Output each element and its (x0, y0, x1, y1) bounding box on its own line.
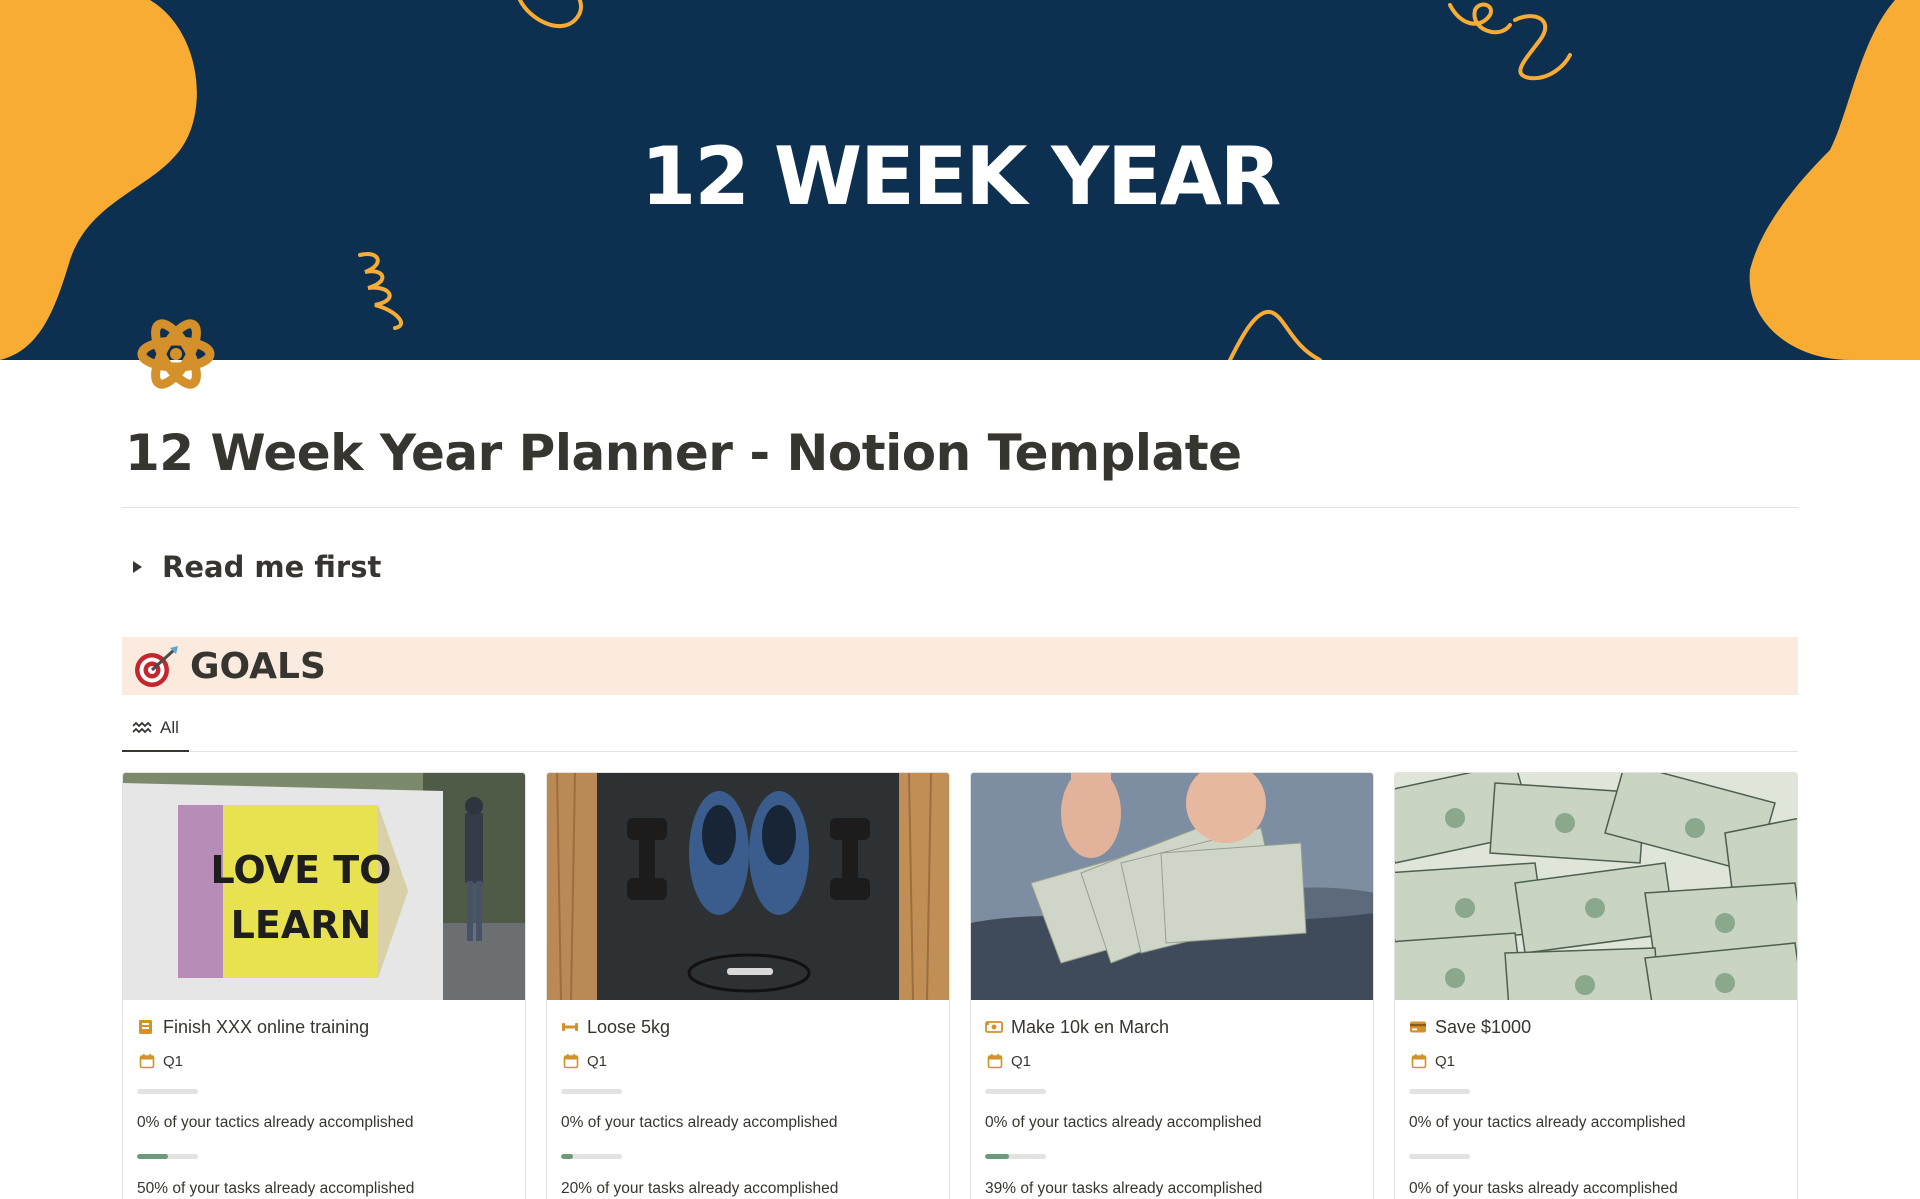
tasks-progress-text: 0% of your tasks already accomplished (1409, 1180, 1678, 1197)
triangle-right-icon[interactable] (130, 560, 144, 574)
tasks-progress-text: 20% of your tasks already accomplished (561, 1180, 839, 1197)
card-cover-image: LOVE TO LEARN (123, 773, 525, 1000)
tactics-progress-bar (561, 1089, 622, 1094)
cover-banner: 12 WEEK YEAR (0, 0, 1920, 360)
page-title: 12 Week Year Planner - Notion Template (125, 424, 1242, 482)
card-title: Loose 5kg (587, 1016, 671, 1037)
card-quarter: Q1 (587, 1052, 608, 1070)
title-divider (122, 507, 1798, 508)
money-icon (985, 1021, 1003, 1033)
training-icon (139, 1020, 152, 1034)
tab-label: All (160, 718, 179, 737)
card-quarter: Q1 (1435, 1052, 1456, 1070)
card-title: Save $1000 (1435, 1016, 1532, 1037)
tactics-progress-text: 0% of your tactics already accomplished (137, 1114, 414, 1131)
card-quarter: Q1 (1011, 1052, 1032, 1070)
tactics-progress-text: 0% of your tactics already accomplished (561, 1114, 838, 1131)
goal-card[interactable]: Make 10k en March Q1 0% of your tactics … (970, 772, 1374, 1199)
view-tabs: All (122, 712, 1798, 752)
card-quarter: Q1 (163, 1052, 184, 1070)
tab-all[interactable]: All (122, 712, 189, 752)
card-cover-image (547, 773, 949, 1000)
tactics-progress-bar (137, 1089, 198, 1094)
tasks-progress-bar (1409, 1154, 1470, 1159)
tactics-progress-text: 0% of your tactics already accomplished (985, 1114, 1262, 1131)
tasks-progress-bar (561, 1154, 622, 1159)
calendar-icon (563, 1054, 579, 1069)
goal-card[interactable]: Save $1000 Q1 0% of your tactics already… (1394, 772, 1798, 1199)
calendar-icon (139, 1054, 155, 1069)
tasks-progress-text: 39% of your tasks already accomplished (985, 1180, 1263, 1197)
goal-card[interactable]: Loose 5kg Q1 0% of your tactics already … (546, 772, 950, 1199)
tasks-progress-bar (985, 1154, 1046, 1159)
card-cover-image (1395, 773, 1797, 1000)
cover-text-line1: LOVE TO (211, 848, 392, 892)
tasks-progress-text: 50% of your tasks already accomplished (137, 1180, 415, 1197)
tactics-progress-bar (1409, 1089, 1470, 1094)
read-me-toggle[interactable]: Read me first (130, 550, 381, 584)
atom-icon[interactable] (134, 312, 218, 396)
tactics-progress-text: 0% of your tactics already accomplished (1409, 1114, 1686, 1131)
goals-heading-callout: GOALS (122, 637, 1798, 695)
calendar-icon (1411, 1054, 1427, 1069)
card-title: Finish XXX online training (163, 1016, 370, 1037)
goals-gallery: LOVE TO LEARN Finish XXX online training (122, 772, 1802, 1199)
tasks-progress-bar (137, 1154, 198, 1159)
direct-hit-icon (135, 646, 178, 687)
goals-heading: GOALS (190, 645, 326, 687)
card-cover-image (971, 773, 1373, 1000)
calendar-icon (987, 1054, 1003, 1069)
tactics-progress-bar (985, 1089, 1046, 1094)
card-title: Make 10k en March (1011, 1016, 1170, 1037)
gallery-view-icon (132, 721, 152, 734)
cover-text-line2: LEARN (231, 903, 372, 947)
toggle-label: Read me first (162, 550, 382, 584)
goal-card[interactable]: LOVE TO LEARN Finish XXX online training (122, 772, 526, 1199)
dumbbell-icon (562, 1023, 578, 1031)
banner-title: 12 WEEK YEAR (640, 130, 1282, 223)
credit-card-icon (1410, 1021, 1426, 1033)
